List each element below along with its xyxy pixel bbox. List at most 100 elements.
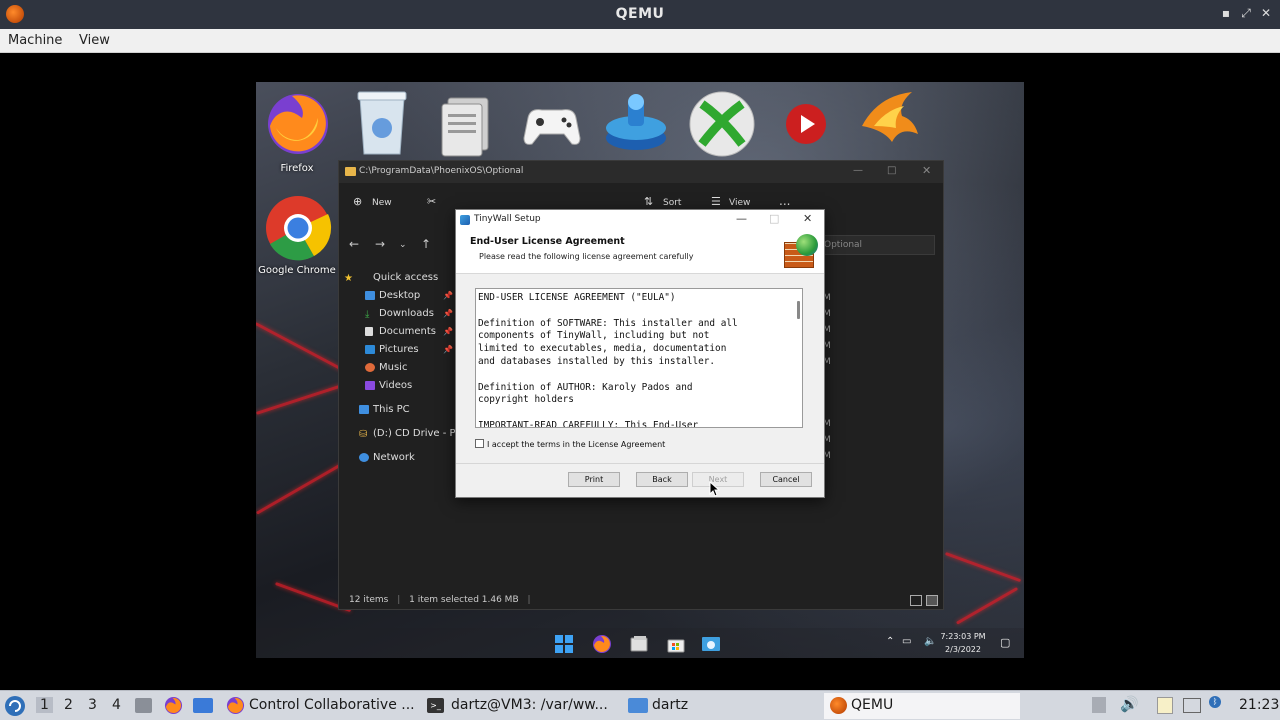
windows-start-icon[interactable] [554,634,574,654]
host-clock[interactable]: 21:23 [1239,697,1279,713]
search-input[interactable]: Optional [809,235,935,255]
sidebar-item-videos[interactable]: Videos [379,380,412,391]
xbox-icon[interactable] [686,88,758,160]
cd-drive-icon: ⛁ [359,429,368,440]
taskbar-firefox-icon[interactable] [592,634,612,654]
tiles-view-icon[interactable] [926,595,938,606]
close-button[interactable]: ✕ [1259,6,1273,20]
distro-menu-icon[interactable] [4,695,26,717]
license-textbox[interactable]: END-USER LICENSE AGREEMENT ("EULA") Defi… [475,288,803,428]
sidebar-item-cd-drive[interactable]: (D:) CD Drive - Pho [373,428,468,439]
sidebar-item-this-pc[interactable]: This PC [373,404,410,415]
task-control-collaborative[interactable]: Control Collaborative ... [249,697,415,713]
task-dartz-folder[interactable]: dartz [652,697,688,713]
folder-icon [628,698,648,713]
files-icon[interactable] [432,88,504,160]
minimize-button[interactable]: ▪ [1219,6,1233,20]
menu-machine[interactable]: Machine [8,33,62,48]
details-view-icon[interactable] [910,595,922,606]
recycle-bin-icon[interactable] [346,86,418,158]
workspace-1[interactable]: 1 [36,697,53,713]
notification-icon[interactable]: ▢ [1000,636,1010,649]
maximize-button[interactable]: ⤢ [1239,6,1253,20]
file-manager-launcher-icon[interactable] [135,698,152,713]
dialog-maximize-button: □ [769,212,780,225]
music-icon [365,363,375,372]
taskbar-store-icon[interactable] [666,634,686,654]
checkbox-box[interactable] [475,439,484,448]
sidebar-item-quick-access[interactable]: Quick access [373,272,438,283]
taskbar-setup-icon[interactable] [701,634,721,654]
tray-volume-icon[interactable]: 🔊 [1120,695,1139,713]
host-taskbar: 1 2 3 4 Control Collaborative ... >_ dar… [0,690,1280,720]
wallpaper-line [944,552,1022,583]
guest-clock-date[interactable]: 2/3/2022 [938,645,988,654]
tray-bluetooth-icon[interactable]: ᛒ [1209,696,1221,708]
sort-icon[interactable]: ⇅ [644,195,653,208]
back-button[interactable]: Back [636,472,688,487]
chrome-icon[interactable] [262,192,334,264]
sidebar-item-downloads[interactable]: Downloads [379,308,434,319]
new-button[interactable]: New [372,198,392,208]
firefox-launcher-icon[interactable] [164,696,183,715]
window-title: QEMU [615,6,665,22]
tray-network-icon[interactable] [1183,698,1201,713]
sidebar-item-desktop[interactable]: Desktop [379,290,420,301]
cut-icon[interactable]: ✂ [427,195,436,208]
explorer-maximize-button[interactable]: □ [887,165,896,176]
task-firefox-icon [226,696,245,715]
workspace-3[interactable]: 3 [88,697,97,713]
new-icon[interactable]: ⊕ [353,195,362,208]
firefox-label: Firefox [280,163,314,174]
print-button[interactable]: Print [568,472,620,487]
tray-volume-icon[interactable]: 🔈 [924,636,936,647]
dialog-header: End-User License Agreement Please read t… [456,230,824,274]
tray-chevron-icon[interactable]: ⌃ [886,636,894,647]
wallpaper-line [956,587,1019,625]
explorer-minimize-button[interactable]: — [853,165,863,176]
dialog-subheading: Please read the following license agreem… [479,252,694,261]
forward-arrow-icon[interactable]: → [375,237,385,251]
license-scrollbar[interactable] [797,301,800,319]
back-arrow-icon[interactable]: ← [349,237,359,251]
disk-icon[interactable] [600,88,672,160]
qemu-menubar: Machine View [0,29,1280,53]
chrome-label: Google Chrome [258,265,336,276]
gamepad-icon[interactable] [516,88,588,160]
status-item-count: 12 items [349,595,389,605]
tinywall-setup-dialog[interactable]: TinyWall Setup — □ ✕ End-User License Ag… [455,209,825,498]
view-icon[interactable]: ☰ [711,195,721,208]
phoenix-icon[interactable] [852,86,924,158]
menu-view[interactable]: View [79,33,110,48]
tray-display-icon[interactable]: ▭ [902,636,911,647]
task-terminal[interactable]: dartz@VM3: /var/ww... [451,697,608,713]
explorer-path: C:\ProgramData\PhoenixOS\Optional [359,166,524,176]
license-text: END-USER LICENSE AGREEMENT ("EULA") Defi… [478,292,738,428]
more-button[interactable]: ... [779,194,790,208]
taskbar-files-icon[interactable] [629,634,649,654]
dialog-close-button[interactable]: ✕ [803,212,812,225]
cancel-button[interactable]: Cancel [760,472,812,487]
youtube-icon[interactable] [770,88,842,160]
download-icon: ⤓ [365,309,370,320]
sidebar-item-music[interactable]: Music [379,362,407,373]
chevron-down-icon[interactable]: ⌄ [399,240,407,250]
explorer-close-button[interactable]: ✕ [922,164,931,177]
tray-upload-icon[interactable] [1092,697,1106,713]
sidebar-item-pictures[interactable]: Pictures [379,344,419,355]
view-button[interactable]: View [729,198,750,208]
task-qemu-label: QEMU [851,697,894,713]
tray-clipboard-icon[interactable] [1157,697,1173,714]
sort-button[interactable]: Sort [663,198,681,208]
sidebar-item-network[interactable]: Network [373,452,415,463]
qemu-task-icon [830,697,847,714]
accept-terms-checkbox[interactable]: I accept the terms in the License Agreem… [475,439,665,449]
up-arrow-icon[interactable]: ↑ [421,237,431,251]
workspace-4[interactable]: 4 [112,697,121,713]
desktop-launcher-icon[interactable] [193,698,213,713]
workspace-2[interactable]: 2 [64,697,73,713]
sidebar-item-documents[interactable]: Documents [379,326,436,337]
dialog-minimize-button[interactable]: — [736,212,747,225]
guest-clock-time[interactable]: 7:23:03 PM [938,632,988,641]
firefox-icon[interactable] [262,88,334,160]
